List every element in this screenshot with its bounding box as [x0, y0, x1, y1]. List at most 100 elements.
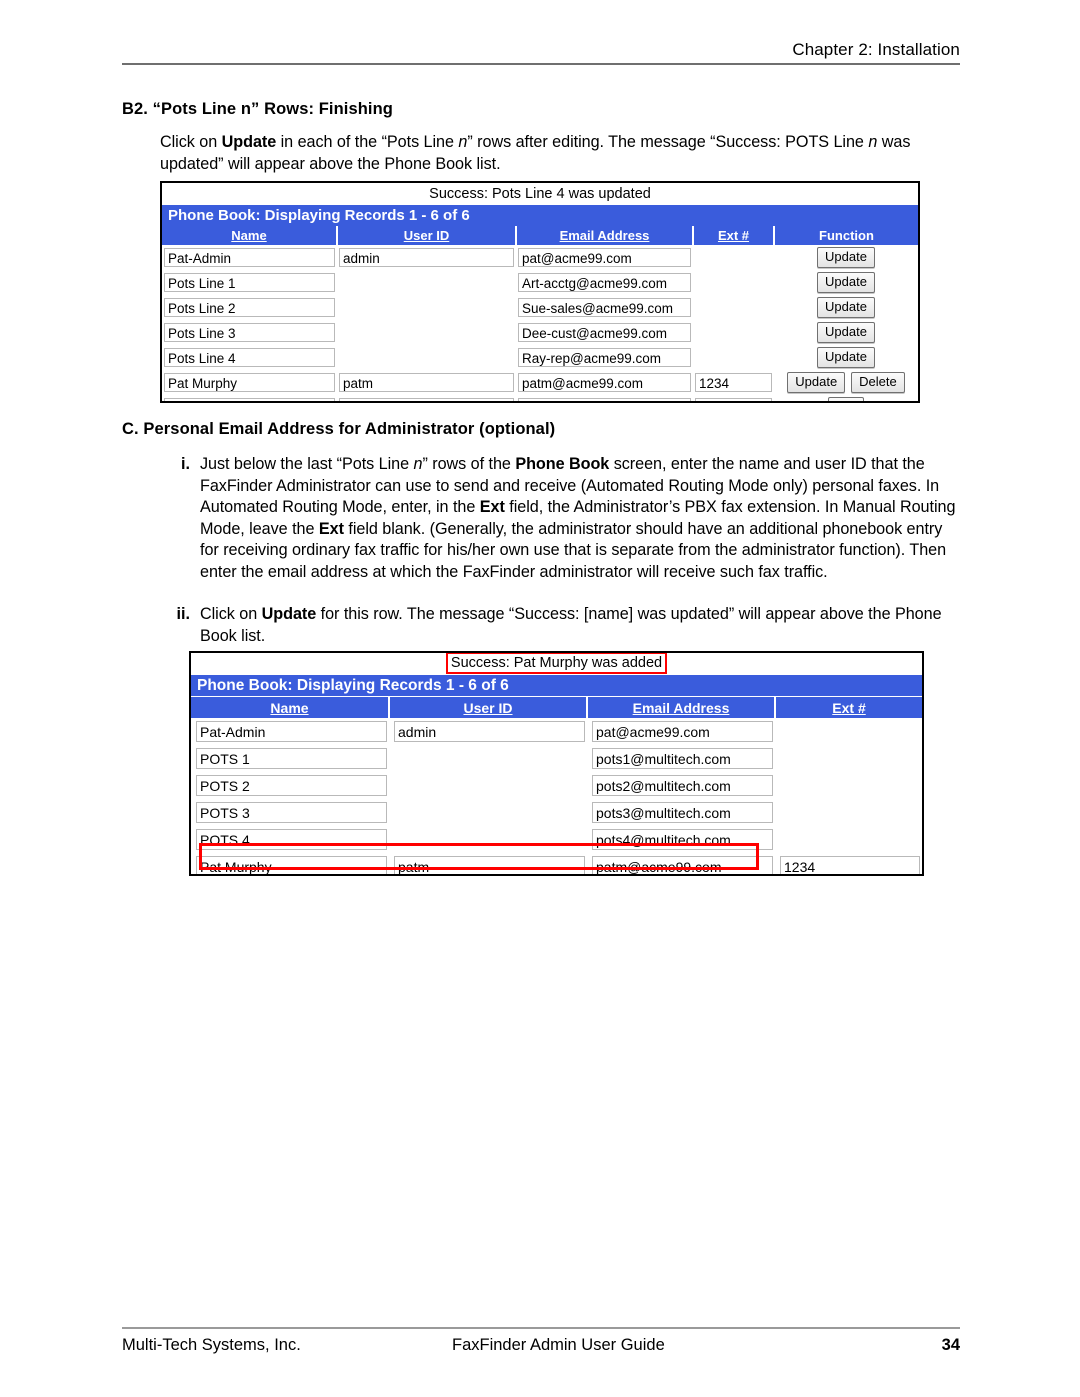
email-input[interactable]: pots1@multitech.com: [592, 748, 773, 769]
name-input[interactable]: Pat-Admin: [196, 721, 387, 742]
cell-email: patm@acme99.com: [587, 853, 775, 874]
cell-name: Pat-Admin: [191, 718, 389, 745]
cell-function: Update: [774, 295, 918, 320]
cell-name: POTS 2: [191, 772, 389, 799]
email-input[interactable]: pots3@multitech.com: [592, 802, 773, 823]
name-input[interactable]: POTS 3: [196, 802, 387, 823]
email-input[interactable]: patm@acme99.com: [592, 856, 773, 874]
cell-email: Dee-cust@acme99.com: [516, 320, 693, 345]
chapter-title: Chapter 2: Installation: [792, 40, 960, 59]
b2-text-1: Click on: [160, 133, 222, 151]
ci-text-1: Just below the last “Pots Line: [200, 455, 414, 473]
cell-email: Art-acctg@acme99.com: [516, 270, 693, 295]
column-header-user-id[interactable]: User ID: [337, 226, 517, 245]
email-input[interactable]: pots4@multitech.com: [592, 829, 773, 850]
user-id-input[interactable]: patm: [339, 373, 514, 392]
name-input[interactable]: Pots Line 4: [164, 348, 335, 367]
name-input[interactable]: Pots Line 3: [164, 323, 335, 342]
update-button[interactable]: Update: [817, 347, 875, 368]
table-row: Pots Line 2 Sue-sales@acme99.com Update: [162, 295, 918, 320]
ci-bold-phone-book: Phone Book: [515, 455, 610, 473]
cell-email: pots2@multitech.com: [587, 772, 775, 799]
footer-rule: [122, 1327, 960, 1329]
cell-email: Ray-rep@acme99.com: [516, 345, 693, 370]
column-header-name[interactable]: Name: [162, 226, 338, 245]
status-message-bar-2: Success: Pat Murphy was added: [191, 653, 922, 675]
user-id-input[interactable]: admin: [394, 721, 585, 742]
email-input-new[interactable]: [518, 398, 691, 401]
footer-guide-title: FaxFinder Admin User Guide: [452, 1336, 665, 1354]
cell-ext: [693, 245, 774, 270]
cell-name: POTS 1: [191, 745, 389, 772]
user-id-input[interactable]: patm: [394, 856, 585, 874]
name-input[interactable]: Pat Murphy: [196, 856, 387, 874]
b2-italic-n-2: n: [868, 133, 878, 151]
cell-name: Pat-Admin: [162, 245, 337, 270]
footer-company: Multi-Tech Systems, Inc.: [122, 1336, 301, 1354]
email-input[interactable]: Art-acctg@acme99.com: [518, 273, 691, 292]
cell-name: POTS 4: [191, 826, 389, 853]
cell-ext: [693, 345, 774, 370]
name-input[interactable]: POTS 2: [196, 775, 387, 796]
add-button[interactable]: add: [828, 397, 864, 401]
name-input[interactable]: POTS 4: [196, 829, 387, 850]
status-message-1: Success: Pots Line 4 was updated: [429, 186, 651, 202]
email-input[interactable]: pat@acme99.com: [518, 248, 691, 267]
update-button[interactable]: Update: [817, 272, 875, 293]
column-header-function: Function: [774, 226, 918, 245]
cell-name: Pots Line 3: [162, 320, 337, 345]
cell-name: Pots Line 2: [162, 295, 337, 320]
table-row-new-entry: add: [162, 395, 918, 401]
column-header-email-address[interactable]: Email Address: [516, 226, 694, 245]
update-button[interactable]: Update: [817, 247, 875, 268]
column-header-name[interactable]: Name: [191, 697, 390, 718]
name-input[interactable]: Pots Line 1: [164, 273, 335, 292]
update-button[interactable]: Update: [817, 297, 875, 318]
email-input[interactable]: pat@acme99.com: [592, 721, 773, 742]
name-input-new[interactable]: [164, 398, 335, 401]
column-header-ext[interactable]: Ext #: [693, 226, 775, 245]
name-input[interactable]: Pat-Admin: [164, 248, 335, 267]
b2-text-3: ” rows after editing. The message “Succe…: [467, 133, 869, 151]
user-id-input-new[interactable]: [339, 398, 514, 401]
user-id-input[interactable]: admin: [339, 248, 514, 267]
column-header-email-address[interactable]: Email Address: [587, 697, 776, 718]
phone-book-screenshot-2: Success: Pat Murphy was added Phone Book…: [189, 651, 924, 876]
ext-input[interactable]: 1234: [695, 373, 772, 392]
column-header-user-id[interactable]: User ID: [389, 697, 588, 718]
cell-user-id: [389, 745, 587, 772]
cell-function: Update: [774, 345, 918, 370]
update-button[interactable]: Update: [817, 322, 875, 343]
cell-user-id: [337, 295, 516, 320]
header-rule: [122, 63, 960, 65]
cell-ext: [775, 745, 922, 772]
cell-email: pots4@multitech.com: [587, 826, 775, 853]
cell-email: pots3@multitech.com: [587, 799, 775, 826]
email-input[interactable]: Sue-sales@acme99.com: [518, 298, 691, 317]
ext-input-new[interactable]: [695, 398, 772, 401]
email-input[interactable]: Ray-rep@acme99.com: [518, 348, 691, 367]
cell-function: Update: [774, 245, 918, 270]
cell-user-id: [389, 772, 587, 799]
cell-ext: 1234: [693, 370, 774, 395]
email-input[interactable]: patm@acme99.com: [518, 373, 691, 392]
name-input[interactable]: POTS 1: [196, 748, 387, 769]
ext-input[interactable]: 1234: [780, 856, 920, 874]
status-message-bar-1: Success: Pots Line 4 was updated: [162, 183, 918, 205]
cell-function: Update Delete: [774, 370, 918, 395]
email-input[interactable]: Dee-cust@acme99.com: [518, 323, 691, 342]
cell-user-id: [389, 826, 587, 853]
ci-text-2: ” rows of the: [422, 455, 516, 473]
email-input[interactable]: pots2@multitech.com: [592, 775, 773, 796]
cell-name: Pots Line 4: [162, 345, 337, 370]
delete-button[interactable]: Delete: [851, 372, 905, 393]
name-input[interactable]: Pots Line 2: [164, 298, 335, 317]
b2-text-2: in each of the “Pots Line: [276, 133, 459, 151]
list-marker-i: i.: [181, 455, 190, 473]
column-header-ext[interactable]: Ext #: [775, 697, 922, 718]
cell-user-id: patm: [337, 370, 516, 395]
cell-name: Pat Murphy: [162, 370, 337, 395]
cell-name: Pots Line 1: [162, 270, 337, 295]
update-button[interactable]: Update: [787, 372, 846, 393]
name-input[interactable]: Pat Murphy: [164, 373, 335, 392]
